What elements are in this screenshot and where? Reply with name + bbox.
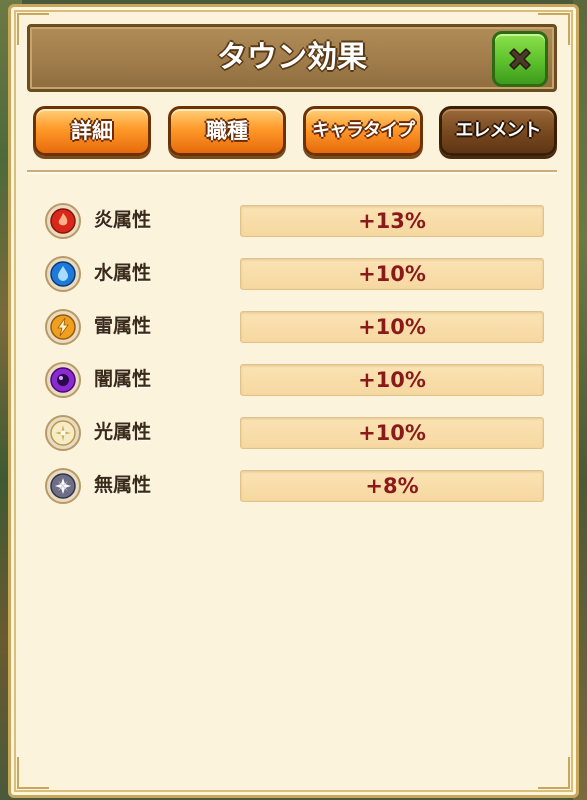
light-icon — [45, 415, 81, 451]
element-bonus-box: +13% — [240, 205, 544, 237]
element-bonus-value: +8% — [365, 474, 419, 498]
frame-corner — [538, 757, 570, 789]
element-bonus-value: +10% — [358, 315, 426, 339]
element-row-water: 水属性 +10% — [44, 255, 546, 295]
fire-icon — [45, 203, 81, 239]
element-bonus-box: +10% — [240, 258, 544, 290]
tab-bar: 詳細 職種 キャラタイプ エレメント — [33, 106, 557, 158]
element-name: 雷属性 — [94, 315, 152, 337]
close-icon — [509, 48, 531, 70]
element-bonus-value: +13% — [358, 209, 426, 233]
element-name: 炎属性 — [94, 209, 152, 231]
element-row-fire: 炎属性 +13% — [44, 202, 546, 242]
element-name: 闇属性 — [94, 368, 152, 390]
dark-icon — [45, 362, 81, 398]
tab-job-class[interactable]: 職種 — [168, 106, 286, 156]
element-row-dark: 闇属性 +10% — [44, 361, 546, 401]
close-button[interactable] — [492, 31, 548, 87]
frame-corner — [17, 757, 49, 789]
tab-details[interactable]: 詳細 — [33, 106, 151, 156]
dialog-header: タウン効果 — [27, 24, 557, 92]
element-bonus-value: +10% — [358, 262, 426, 286]
element-name: 水属性 — [94, 262, 152, 284]
element-bonus-box: +10% — [240, 311, 544, 343]
element-bonus-box: +10% — [240, 364, 544, 396]
tab-character-type[interactable]: キャラタイプ — [303, 106, 423, 156]
element-row-neutral: 無属性 +8% — [44, 467, 546, 507]
element-bonus-box: +10% — [240, 417, 544, 449]
element-row-light: 光属性 +10% — [44, 414, 546, 454]
divider — [27, 170, 557, 172]
element-name: 無属性 — [94, 474, 152, 496]
dialog-title: タウン効果 — [217, 40, 367, 75]
tab-element[interactable]: エレメント — [439, 106, 557, 156]
element-bonus-box: +8% — [240, 470, 544, 502]
element-row-thunder: 雷属性 +10% — [44, 308, 546, 348]
neutral-icon — [45, 468, 81, 504]
thunder-icon — [45, 309, 81, 345]
water-icon — [45, 256, 81, 292]
element-bonus-value: +10% — [358, 421, 426, 445]
element-name: 光属性 — [94, 421, 152, 443]
element-bonus-value: +10% — [358, 368, 426, 392]
